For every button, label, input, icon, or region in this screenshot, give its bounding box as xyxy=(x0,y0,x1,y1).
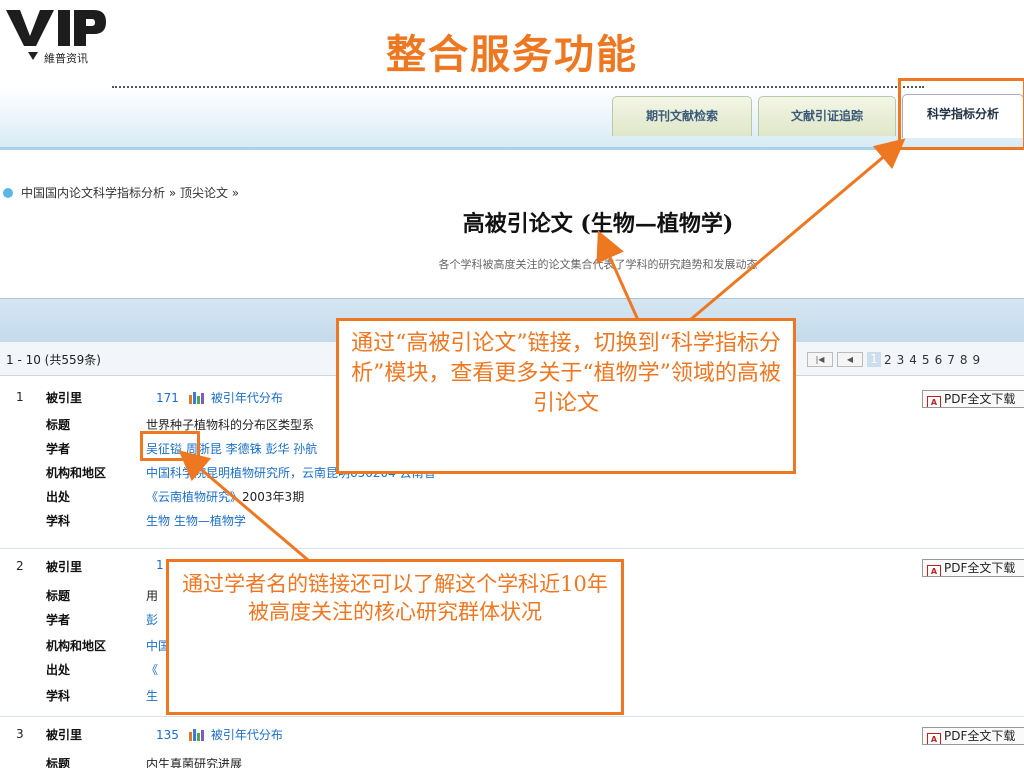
first-page-icon[interactable]: |◀ xyxy=(807,352,833,367)
pdf-download-button[interactable]: A PDF全文下载 xyxy=(922,390,1024,408)
highlight-tab-box xyxy=(898,78,1024,150)
label-cited: 被引里 xyxy=(46,728,83,742)
bar-chart-icon xyxy=(188,392,204,404)
label-subject: 学科 xyxy=(46,514,71,528)
pdf-download-button[interactable]: A PDF全文下载 xyxy=(922,727,1024,745)
bar-chart-icon xyxy=(188,729,204,741)
cited-count-link[interactable]: 135 xyxy=(156,728,179,742)
pdf-icon: A xyxy=(927,565,941,576)
pdf-download-label: PDF全文下载 xyxy=(944,561,1016,575)
label-cited: 被引里 xyxy=(46,560,83,574)
slide-title: 整合服务功能 xyxy=(386,32,638,78)
label-title: 标题 xyxy=(46,589,71,603)
pdf-download-label: PDF全文下载 xyxy=(944,392,1016,406)
page-link[interactable]: 6 xyxy=(935,353,943,367)
label-title: 标题 xyxy=(46,418,71,432)
label-institution: 机构和地区 xyxy=(46,639,107,653)
callout-scholar-link: 通过学者名的链接还可以了解这个学科近10年被高度关注的核心研究群体状况 xyxy=(166,559,624,715)
page-link[interactable]: 3 xyxy=(897,353,905,367)
journal-link[interactable]: 《云南植物研究》 xyxy=(146,490,242,504)
label-title: 标题 xyxy=(46,757,71,768)
page-link[interactable]: 8 xyxy=(960,353,968,367)
page-subheading: 各个学科被高度关注的论文集合代表了学科的研究趋势和发展动态 xyxy=(438,258,758,271)
cited-count-link[interactable]: 171 xyxy=(156,391,179,405)
cited-count-link[interactable]: 1 xyxy=(156,558,164,572)
label-subject: 学科 xyxy=(46,689,71,703)
pagination: |◀ ◀ 1 2 3 4 5 6 7 8 9 xyxy=(807,351,985,368)
bullet-icon xyxy=(3,188,13,198)
results-count: 1 - 10 (共559条) xyxy=(6,353,101,367)
journal-link[interactable]: 《 xyxy=(146,661,158,678)
label-source: 出处 xyxy=(46,663,71,677)
label-cited: 被引里 xyxy=(46,391,83,405)
breadcrumb: 中国国内论文科学指标分析 » 顶尖论文 » xyxy=(0,184,239,201)
page-link[interactable]: 2 xyxy=(884,353,892,367)
page-current: 1 xyxy=(867,352,881,367)
label-scholar: 学者 xyxy=(46,442,71,456)
pdf-icon: A xyxy=(927,733,941,744)
pdf-icon: A xyxy=(927,396,941,407)
record-title[interactable]: 内生真菌研究进展 xyxy=(146,755,242,768)
page-link[interactable]: 7 xyxy=(947,353,955,367)
cite-years-link[interactable]: 被引年代分布 xyxy=(211,391,283,405)
prev-page-icon[interactable]: ◀ xyxy=(837,352,863,367)
record-index: 2 xyxy=(16,559,24,573)
highlight-author-box xyxy=(140,431,200,461)
cite-years-link[interactable]: 被引年代分布 xyxy=(211,728,283,742)
cited-count: 171 被引年代分布 xyxy=(156,389,283,406)
subject-link[interactable]: 生物 生物—植物学 xyxy=(146,512,246,529)
record-index: 3 xyxy=(16,727,24,741)
callout-tab-switch: 通过“高被引论文”链接，切换到“科学指标分析”模块，查看更多关于“植物学”领域的… xyxy=(336,318,796,474)
breadcrumb-text[interactable]: 中国国内论文科学指标分析 » 顶尖论文 » xyxy=(21,186,239,200)
pdf-download-label: PDF全文下载 xyxy=(944,729,1016,743)
tab-citation-tracking[interactable]: 文献引证追踪 xyxy=(758,96,896,136)
pdf-download-button[interactable]: A PDF全文下载 xyxy=(922,559,1024,577)
tab-journal-search[interactable]: 期刊文献检索 xyxy=(612,96,752,136)
label-source: 出处 xyxy=(46,490,71,504)
page-link[interactable]: 9 xyxy=(972,353,980,367)
source: 《云南植物研究》2003年3期 xyxy=(146,488,304,505)
record-title[interactable]: 用 xyxy=(146,587,158,604)
label-institution: 机构和地区 xyxy=(46,466,107,480)
page-link[interactable]: 4 xyxy=(909,353,917,367)
issue-text: 2003年3期 xyxy=(242,490,305,504)
result-record: 3 被引里 135 被引年代分布 A PDF全文下载 标题 内生真菌研究进展 xyxy=(0,717,1024,768)
label-scholar: 学者 xyxy=(46,613,71,627)
page-heading: 高被引论文 (生物—植物学) xyxy=(462,211,734,237)
subject-link[interactable]: 生 xyxy=(146,687,158,704)
record-index: 1 xyxy=(16,390,24,404)
page-link[interactable]: 5 xyxy=(922,353,930,367)
scholar-links[interactable]: 彭 xyxy=(146,611,158,628)
cited-count: 135 被引年代分布 xyxy=(156,726,283,743)
